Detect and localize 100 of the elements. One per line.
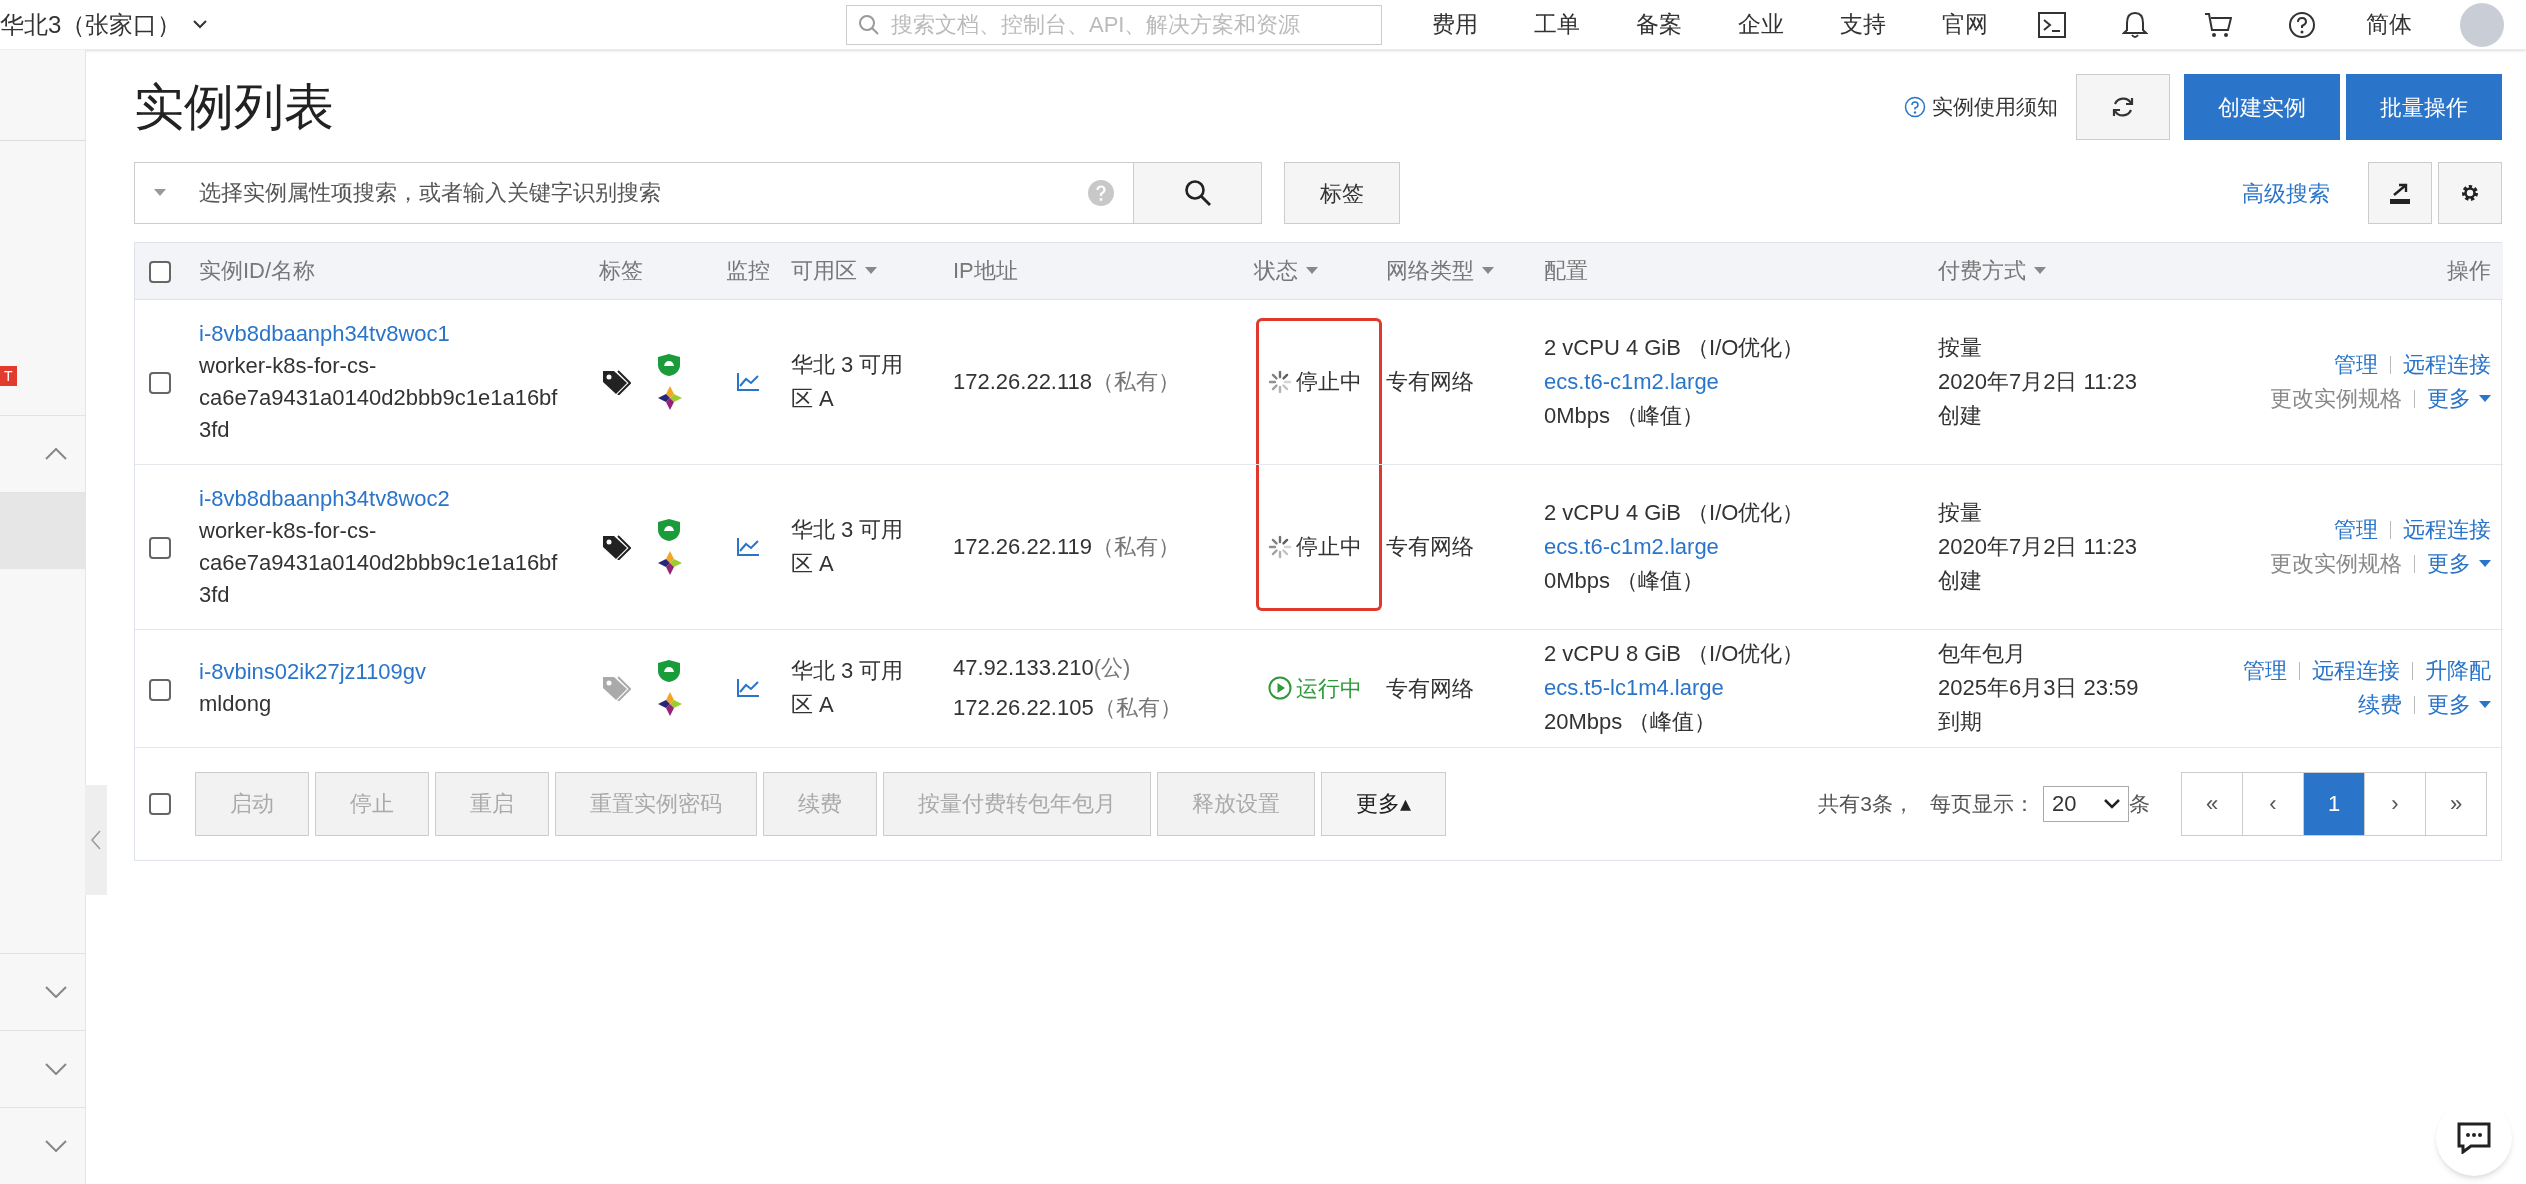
checkbox[interactable]: [149, 678, 171, 701]
spinner-icon: [1268, 369, 1292, 394]
help-icon[interactable]: [2288, 10, 2316, 39]
terminal-icon[interactable]: [2038, 11, 2066, 38]
settings-icon: [2459, 182, 2481, 204]
chevron-up-icon: [45, 448, 67, 461]
refresh-button[interactable]: [2076, 74, 2170, 140]
zone-text: 华北 3 可用区 A: [791, 515, 905, 578]
advanced-search-link[interactable]: 高级搜索: [2242, 176, 2330, 210]
column-header[interactable]: 状态: [1254, 254, 1318, 288]
cart-icon[interactable]: [2204, 11, 2232, 38]
os-logo-icon: [657, 384, 683, 411]
create-button[interactable]: 创建实例: [2184, 74, 2340, 140]
tag-icon[interactable]: [601, 368, 631, 395]
page-button[interactable]: «: [2181, 771, 2243, 836]
action-link[interactable]: 管理: [2334, 512, 2378, 547]
status-label: 停止中: [1268, 365, 1386, 398]
billing-time: 2020年7月2日 11:23: [1938, 532, 2138, 561]
language-menu-link[interactable]: 简体: [2366, 7, 2412, 42]
chevron-down-icon: [45, 1063, 67, 1076]
page-size-select[interactable]: 20: [2043, 785, 2129, 822]
billing-method: 按量: [1938, 498, 1983, 527]
bandwidth-text: 0Mbps （峰值）: [1544, 401, 1706, 430]
bandwidth-text: 0Mbps （峰值）: [1544, 566, 1706, 595]
checkbox[interactable]: [149, 261, 171, 284]
instance-id-link[interactable]: i-8vb8dbaanph34tv8woc1: [199, 317, 599, 350]
tag-icon[interactable]: [601, 533, 631, 560]
filter-search-field[interactable]: 选择实例属性项搜索，或者输入关键字识别搜索: [134, 162, 1134, 224]
line-chart-icon[interactable]: [736, 371, 760, 392]
instance-name: worker-k8s-for-cs-ca6e7a9431a0140d2bbb9c1e1a16bf3fd: [199, 351, 559, 444]
page-button[interactable]: 1: [2303, 771, 2365, 836]
zone-text: 华北 3 可用区 A: [791, 657, 905, 719]
instance-name: mldong: [199, 690, 273, 718]
action-link[interactable]: 远程连接: [2403, 347, 2491, 382]
settings-button[interactable]: [2438, 162, 2502, 224]
chevron-left-icon: [91, 830, 101, 850]
action-link[interactable]: 管理: [2334, 347, 2378, 382]
checkbox[interactable]: [149, 537, 171, 560]
nav-link[interactable]: 官网: [1942, 7, 1988, 42]
column-header: IP地址: [953, 257, 1018, 286]
action-link[interactable]: 升降配: [2425, 654, 2491, 688]
action-button[interactable]: 更多▴: [1321, 771, 1446, 836]
instance-id-link[interactable]: i-8vb8dbaanph34tv8woc2: [199, 482, 599, 515]
nav-link[interactable]: 备案: [1636, 7, 1682, 42]
tag-button[interactable]: 标签: [1284, 162, 1400, 224]
line-chart-icon[interactable]: [736, 678, 760, 698]
export-button[interactable]: [2368, 162, 2432, 224]
nav-link[interactable]: 企业: [1738, 7, 1784, 42]
page-button[interactable]: »: [2425, 771, 2487, 836]
action-link[interactable]: 管理: [2243, 654, 2287, 688]
search-icon: [858, 13, 880, 36]
page-button[interactable]: ‹: [2242, 771, 2304, 836]
billing-note: 创建: [1938, 566, 1983, 595]
column-header: 实例ID/名称: [199, 257, 316, 286]
nav-link[interactable]: 支持: [1840, 7, 1886, 42]
action-link[interactable]: 远程连接: [2312, 654, 2400, 688]
caret-icon: [2479, 394, 2491, 403]
line-chart-icon[interactable]: [736, 536, 760, 557]
action-link[interactable]: 远程连接: [2403, 512, 2491, 547]
action-link[interactable]: 更多: [2427, 688, 2491, 722]
notice-link[interactable]: 实例使用须知: [1904, 91, 2058, 123]
bell-icon[interactable]: [2122, 10, 2148, 39]
chat-button[interactable]: [2436, 1100, 2512, 1176]
action-link[interactable]: 更多: [2427, 381, 2491, 416]
new-badge: T: [0, 366, 17, 387]
nav-link[interactable]: 工单: [1534, 7, 1580, 42]
column-header[interactable]: 可用区: [791, 254, 877, 288]
batch-action-button[interactable]: 批量操作: [2346, 74, 2502, 140]
network-type: 专有网络: [1386, 533, 1475, 561]
caret-icon: [1482, 266, 1494, 275]
instance-type-link[interactable]: ecs.t6-c1m2.large: [1544, 364, 1719, 399]
bandwidth-text: 20Mbps （峰值）: [1544, 708, 1718, 736]
caret-icon: [2479, 559, 2491, 568]
search-button[interactable]: [1134, 162, 1262, 224]
help-icon: [1904, 96, 1926, 118]
billing-note: 创建: [1938, 401, 1983, 430]
help-icon: [1088, 180, 1114, 206]
column-header[interactable]: 网络类型: [1386, 254, 1494, 288]
instance-type-link[interactable]: ecs.t5-lc1m4.large: [1544, 671, 1724, 705]
caret-icon: [2479, 701, 2491, 709]
column-header: 监控: [726, 257, 770, 286]
action-link[interactable]: 更多: [2427, 546, 2491, 581]
action-link[interactable]: 续费: [2358, 688, 2402, 722]
billing-time: 2020年7月2日 11:23: [1938, 367, 2138, 396]
collapse-handle[interactable]: [85, 785, 107, 895]
nav-link[interactable]: 费用: [1432, 7, 1478, 42]
column-header[interactable]: 付费方式: [1938, 254, 2046, 288]
instance-id-link[interactable]: i-8vbins02ik27jz1109gv: [199, 656, 599, 688]
page-button[interactable]: ›: [2364, 771, 2426, 836]
search-field[interactable]: 搜索文档、控制台、API、解决方案和资源: [846, 4, 1382, 45]
checkbox[interactable]: [149, 372, 171, 395]
checkbox[interactable]: [149, 792, 171, 815]
region-selector[interactable]: 华北3（张家口）: [0, 6, 836, 43]
instance-name: worker-k8s-for-cs-ca6e7a9431a0140d2bbb9c1e1a16bf3fd: [199, 516, 559, 609]
play-circle-icon: [1268, 676, 1292, 700]
shield-icon: [657, 352, 681, 377]
refresh-icon: [2111, 95, 2135, 119]
instance-type-link[interactable]: ecs.t6-c1m2.large: [1544, 529, 1719, 564]
page-title: 实例列表: [134, 77, 335, 137]
status-label: 运行中: [1268, 671, 1386, 705]
